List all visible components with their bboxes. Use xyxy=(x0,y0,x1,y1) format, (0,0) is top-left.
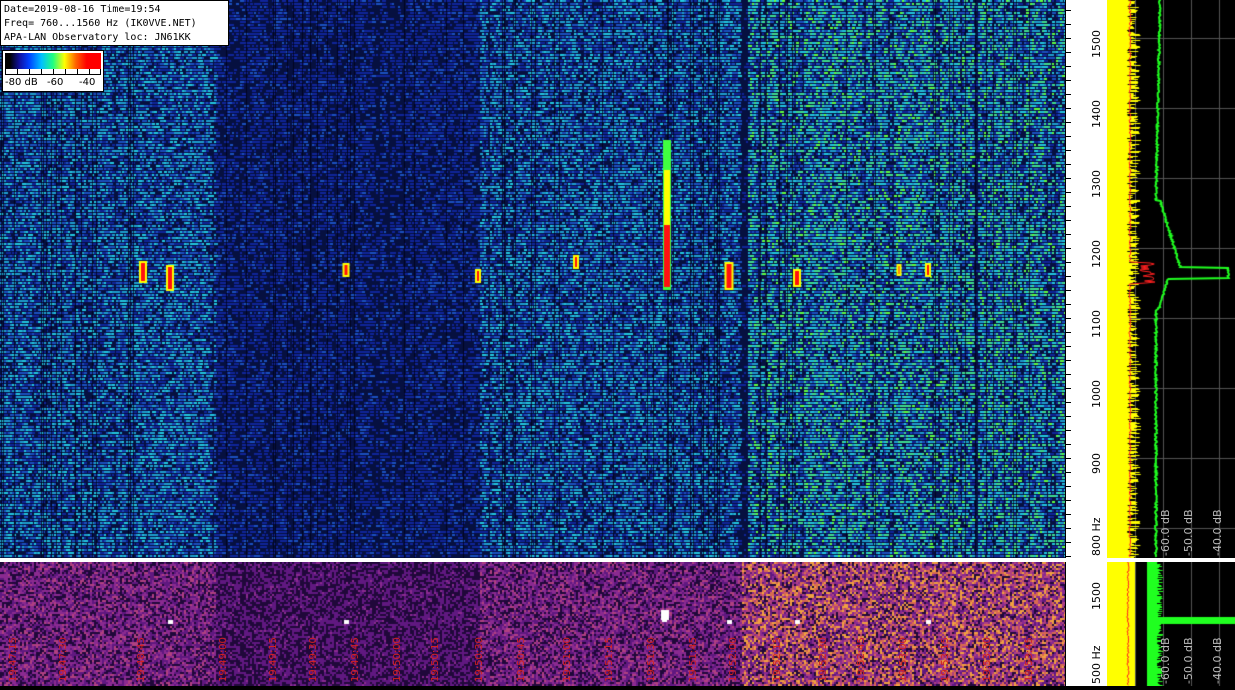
time-label: 19:52:45 xyxy=(856,637,867,682)
freq-label: 1100 xyxy=(1090,310,1103,338)
info-box: Date=2019-08-16 Time=19:54 Freq= 760...1… xyxy=(0,0,229,46)
freq-label: 1400 xyxy=(1090,100,1103,128)
time-label: 19:53:15 xyxy=(940,637,951,682)
time-label: 19:50:15 xyxy=(430,637,441,682)
freq-label: 900 xyxy=(1090,453,1103,474)
spectrum-panel: -60.0 dB -50.0 dB -40.0 dB xyxy=(1107,0,1235,558)
info-frequency: Freq= 760...1560 Hz (IK0VVE.NET) xyxy=(4,18,197,29)
time-label: 19:47:30 xyxy=(58,637,69,682)
info-date-time: Date=2019-08-16 Time=19:54 xyxy=(4,4,161,15)
freq-label: 1000 xyxy=(1090,380,1103,408)
spectrum-db-label: -50.0 dB xyxy=(1182,509,1195,557)
spectrum-db-label: -40.0 dB xyxy=(1211,509,1224,557)
history-frequency-axis: 1500 500 Hz xyxy=(1065,562,1108,686)
time-label: 19:50:00 xyxy=(392,637,403,682)
color-scale-ticks xyxy=(5,69,101,75)
time-label: 19:52:00 xyxy=(728,637,739,682)
freq-label: 1300 xyxy=(1090,170,1103,198)
panel-divider xyxy=(0,558,1235,562)
time-label: 19:52:15 xyxy=(772,637,783,682)
spectrum-db-label: -60.0 dB xyxy=(1159,509,1172,557)
time-label: 19:49:45 xyxy=(350,637,361,682)
main-waterfall xyxy=(0,0,1065,558)
history-freq-label: 1500 xyxy=(1090,582,1103,610)
legend-label-mid: -60 xyxy=(47,77,64,88)
freq-label: 1200 xyxy=(1090,240,1103,268)
time-label: 19:47:15 xyxy=(8,637,19,682)
history-db-label: -50.0 dB xyxy=(1182,637,1195,685)
time-label: 19:51:00 xyxy=(562,637,573,682)
freq-label: 1500 xyxy=(1090,30,1103,58)
time-label: 19:53:45 xyxy=(1024,637,1035,682)
legend-label-max: -40 xyxy=(79,77,96,88)
time-label: 19:49:00 xyxy=(218,637,229,682)
time-label: 19:53:00 xyxy=(898,637,909,682)
legend-label-min: -80 dB xyxy=(5,77,38,88)
history-db-label: -40.0 dB xyxy=(1211,637,1224,685)
history-db-label: -60.0 dB xyxy=(1159,637,1172,685)
time-label: 19:51:15 xyxy=(604,637,615,682)
waterfall-canvas xyxy=(0,0,1065,558)
color-legend: -80 dB -60 -40 xyxy=(2,50,104,92)
frequency-axis: 1500 1400 1300 1200 1100 1000 900 800 Hz xyxy=(1065,0,1108,558)
time-label: 19:50:45 xyxy=(516,637,527,682)
time-label: 19:52:30 xyxy=(818,637,829,682)
info-observatory: APA-LAN Observatory loc: JN61KK xyxy=(4,32,191,43)
freq-label: 800 Hz xyxy=(1090,517,1103,556)
time-label: 19:51:30 xyxy=(646,637,657,682)
time-label: 19:51:45 xyxy=(688,637,699,682)
time-label: 19:48:45 xyxy=(136,637,147,682)
spectrum-canvas xyxy=(1107,0,1235,558)
history-spectrum-panel: -60.0 dB -50.0 dB -40.0 dB xyxy=(1107,562,1235,686)
time-label: 19:50:30 xyxy=(474,637,485,682)
time-label: 19:49:15 xyxy=(268,637,279,682)
history-freq-label: 500 Hz xyxy=(1090,645,1103,684)
time-label: 19:49:30 xyxy=(308,637,319,682)
color-scale-bar xyxy=(5,53,101,69)
time-label: 19:53:30 xyxy=(982,637,993,682)
